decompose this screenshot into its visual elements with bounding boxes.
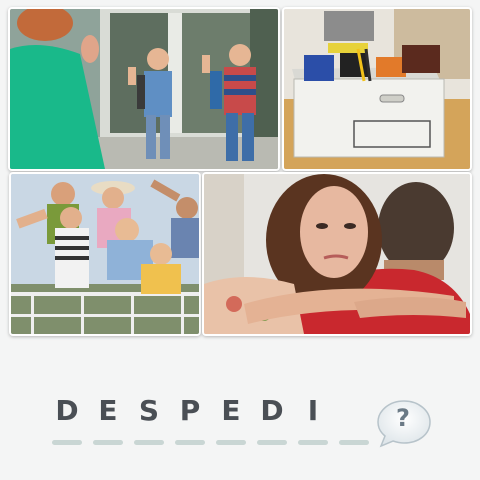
slot-underline bbox=[339, 440, 369, 445]
answer-slot-7[interactable]: I bbox=[298, 390, 328, 450]
slot-underline bbox=[216, 440, 246, 445]
answer-letter: I bbox=[307, 394, 319, 427]
answer-letter: P bbox=[179, 394, 201, 427]
slot-underline bbox=[257, 440, 287, 445]
answer-slot-1[interactable]: D bbox=[52, 390, 82, 450]
clue-image-kids-waving bbox=[8, 7, 280, 171]
hint-button[interactable]: ? bbox=[376, 398, 432, 450]
slot-underline bbox=[52, 440, 82, 445]
slot-underline bbox=[298, 440, 328, 445]
answer-slot-6[interactable]: D bbox=[257, 390, 287, 450]
answer-letter: D bbox=[55, 394, 79, 427]
clue-image-office-box bbox=[282, 7, 472, 171]
answer-letter: E bbox=[98, 394, 118, 427]
slot-underline bbox=[93, 440, 123, 445]
answer-slot-8[interactable] bbox=[339, 390, 369, 450]
answer-slot-3[interactable]: S bbox=[134, 390, 164, 450]
slot-underline bbox=[134, 440, 164, 445]
answer-slot-4[interactable]: P bbox=[175, 390, 205, 450]
clue-image-ship-waving bbox=[9, 172, 201, 336]
answer-letter: S bbox=[138, 394, 160, 427]
hint-question-mark: ? bbox=[396, 404, 410, 432]
slot-underline bbox=[175, 440, 205, 445]
answer-slot-5[interactable]: E bbox=[216, 390, 246, 450]
answer-slot-2[interactable]: E bbox=[93, 390, 123, 450]
answer-letter: D bbox=[260, 394, 284, 427]
clue-image-sad-hug bbox=[202, 172, 472, 336]
answer-letter: E bbox=[221, 394, 241, 427]
